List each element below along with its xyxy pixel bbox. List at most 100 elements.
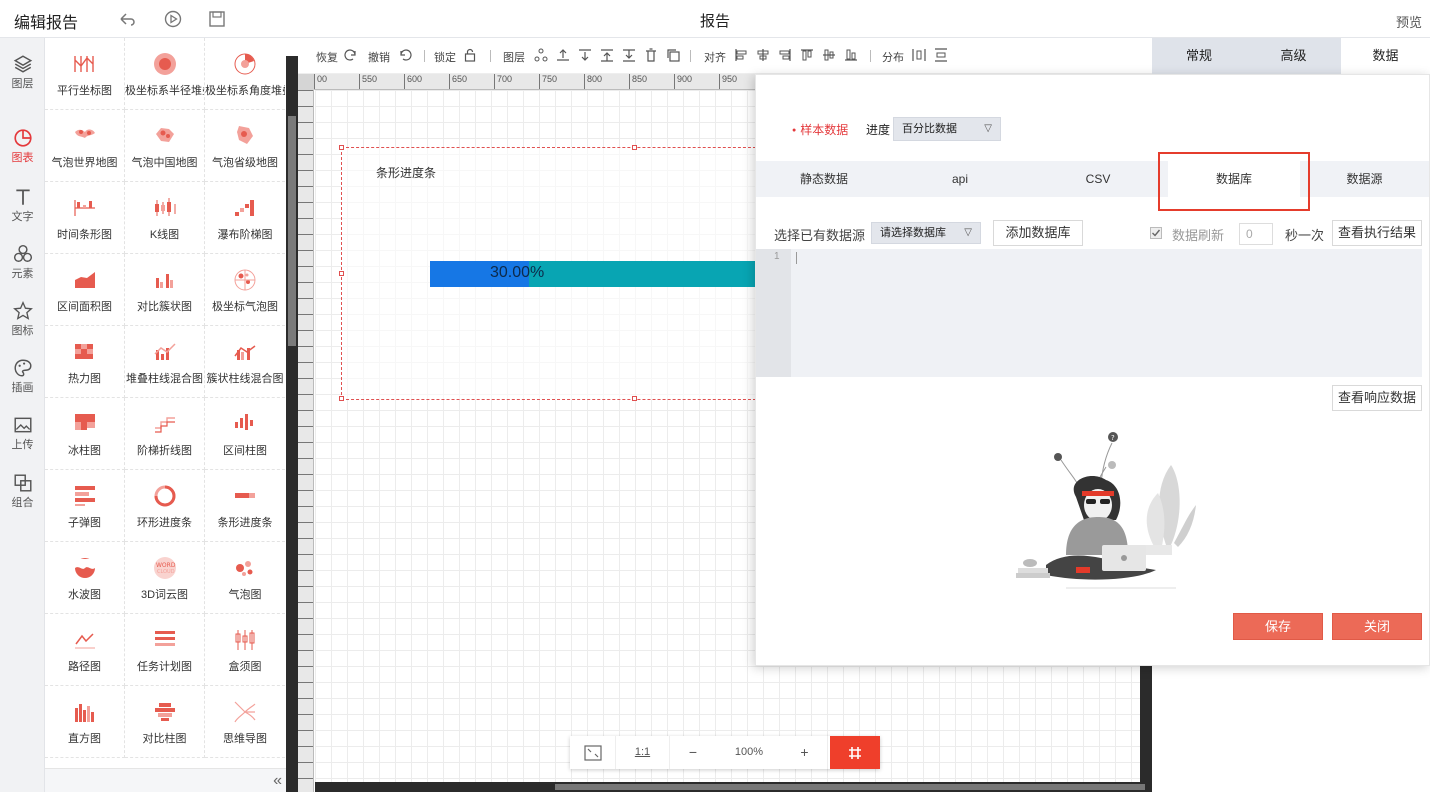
rail-item-text[interactable]: 文字 (0, 183, 45, 239)
save-button[interactable]: 保存 (1233, 613, 1323, 640)
send-backward-icon[interactable] (578, 48, 592, 62)
palette-chart-item[interactable]: 极坐标系角度堆叠 (205, 38, 285, 110)
palette-chart-item[interactable]: 路径图 (45, 614, 125, 686)
palette-chart-item[interactable]: 环形进度条 (125, 470, 205, 542)
rail-item-palette[interactable]: 插画 (0, 354, 45, 410)
back-icon[interactable] (118, 10, 136, 28)
palette-chart-item[interactable]: 直方图 (45, 686, 125, 758)
view-response-button[interactable]: 查看响应数据 (1332, 385, 1422, 411)
rail-item-layers[interactable]: 图层 (0, 50, 45, 106)
undo-icon[interactable] (398, 48, 412, 62)
copy-icon[interactable] (666, 48, 680, 62)
distribute-label[interactable]: 分布 (882, 49, 904, 65)
palette-chart-item[interactable]: 气泡中国地图 (125, 110, 205, 182)
align-left-icon[interactable] (734, 48, 748, 62)
canvas-hscroll[interactable] (315, 782, 1153, 792)
palette-chart-item[interactable]: 气泡图 (205, 542, 285, 614)
tab-general[interactable]: 常规 (1152, 38, 1246, 74)
bring-top-icon[interactable] (600, 48, 614, 62)
palette-chart-item[interactable]: 对比簇状图 (125, 254, 205, 326)
tab-advanced[interactable]: 高级 (1246, 38, 1341, 74)
refresh-interval-input[interactable]: 0 (1239, 223, 1273, 245)
palette-chart-item[interactable]: 盒须图 (205, 614, 285, 686)
tab-data[interactable]: 数据 (1341, 38, 1430, 74)
fit-screen-button[interactable] (570, 736, 616, 769)
resize-handle[interactable] (339, 396, 344, 401)
palette-chart-item[interactable]: 区间柱图 (205, 398, 285, 470)
grid-toggle-button[interactable] (830, 736, 880, 769)
align-label[interactable]: 对齐 (704, 49, 726, 65)
zoom-in-button[interactable]: + (782, 736, 828, 769)
palette-chart-item[interactable]: 冰柱图 (45, 398, 125, 470)
save-icon[interactable] (208, 10, 226, 28)
resize-handle[interactable] (632, 145, 637, 150)
refresh-checkbox[interactable] (1150, 227, 1162, 239)
delete-icon[interactable] (644, 48, 658, 62)
align-right-icon[interactable] (778, 48, 792, 62)
palette-chart-item[interactable]: 堆叠柱线混合图 (125, 326, 205, 398)
scrollbar-thumb[interactable] (555, 784, 1145, 790)
bring-forward-icon[interactable] (556, 48, 570, 62)
resize-handle[interactable] (339, 145, 344, 150)
play-icon[interactable] (164, 10, 182, 28)
lock-icon[interactable] (463, 48, 477, 62)
rail-item-upload-image[interactable]: 上传 (0, 411, 45, 467)
redo-label[interactable]: 恢复 (316, 49, 338, 65)
palette-chart-item[interactable]: 热力图 (45, 326, 125, 398)
palette-chart-item[interactable]: 条形进度条 (205, 470, 285, 542)
palette-chart-item[interactable]: 时间条形图 (45, 182, 125, 254)
layer-label[interactable]: 图层 (503, 49, 525, 65)
one-to-one-button[interactable]: 1:1 (616, 736, 670, 769)
palette-chart-item[interactable]: 对比柱图 (125, 686, 205, 758)
progress-bar-widget[interactable]: 条形进度条 30.00% (339, 145, 761, 401)
tab-api[interactable]: api (892, 161, 1028, 197)
rail-item-elements[interactable]: 元素 (0, 240, 45, 296)
palette-chart-item[interactable]: 子弹图 (45, 470, 125, 542)
align-top-icon[interactable] (800, 48, 814, 62)
palette-chart-item[interactable]: 阶梯折线图 (125, 398, 205, 470)
palette-chart-item[interactable]: 思维导图 (205, 686, 285, 758)
palette-chart-item[interactable]: 极坐标系半径堆叠 (125, 38, 205, 110)
tab-static-data[interactable]: 静态数据 (756, 161, 892, 197)
send-bottom-icon[interactable] (622, 48, 636, 62)
align-center-h-icon[interactable] (756, 48, 770, 62)
layer-group-icon[interactable] (534, 48, 548, 62)
palette-chart-item[interactable]: 任务计划图 (125, 614, 205, 686)
distribute-h-icon[interactable] (912, 48, 926, 62)
undo-label[interactable]: 撤销 (368, 49, 390, 65)
distribute-v-icon[interactable] (934, 48, 948, 62)
view-exec-result-button[interactable]: 查看执行结果 (1332, 220, 1422, 246)
rail-item-pie-chart[interactable]: 图表 (0, 124, 45, 180)
rail-item-group[interactable]: 组合 (0, 469, 45, 525)
database-select[interactable]: 请选择数据库 ▽ (871, 222, 981, 244)
progress-select[interactable]: 百分比数据 ▽ (893, 117, 1001, 141)
preview-link[interactable]: 预览 (1396, 12, 1422, 31)
add-database-button[interactable]: 添加数据库 (993, 220, 1083, 246)
tab-csv[interactable]: CSV (1028, 161, 1168, 197)
palette-scrollbar[interactable] (286, 56, 298, 792)
tab-datasource[interactable]: 数据源 (1300, 161, 1429, 197)
align-bottom-icon[interactable] (844, 48, 858, 62)
palette-chart-item[interactable]: 气泡省级地图 (205, 110, 285, 182)
close-button[interactable]: 关闭 (1332, 613, 1422, 640)
palette-chart-item[interactable]: WORD CLOUD 3D词云图 (125, 542, 205, 614)
lock-label[interactable]: 锁定 (434, 49, 456, 65)
rail-item-star[interactable]: 图标 (0, 297, 45, 353)
resize-handle[interactable] (339, 271, 344, 276)
palette-chart-item[interactable]: 气泡世界地图 (45, 110, 125, 182)
palette-chart-item[interactable]: K线图 (125, 182, 205, 254)
palette-chart-item[interactable]: 水波图 (45, 542, 125, 614)
scrollbar-thumb[interactable] (288, 116, 296, 346)
palette-chart-item[interactable]: 瀑布阶梯图 (205, 182, 285, 254)
palette-chart-item[interactable]: 平行坐标图 (45, 38, 125, 110)
palette-chart-item[interactable]: 簇状柱线混合图 (205, 326, 285, 398)
sql-editor[interactable]: 1 (756, 249, 1422, 377)
palette-chart-item[interactable]: 极坐标气泡图 (205, 254, 285, 326)
sample-data-label[interactable]: 样本数据 (792, 121, 848, 138)
redo-icon[interactable] (344, 48, 358, 62)
resize-handle[interactable] (632, 396, 637, 401)
align-middle-icon[interactable] (822, 48, 836, 62)
palette-chart-item[interactable]: 区间面积图 (45, 254, 125, 326)
collapse-icon[interactable]: « (273, 772, 282, 790)
zoom-out-button[interactable]: − (670, 736, 716, 769)
